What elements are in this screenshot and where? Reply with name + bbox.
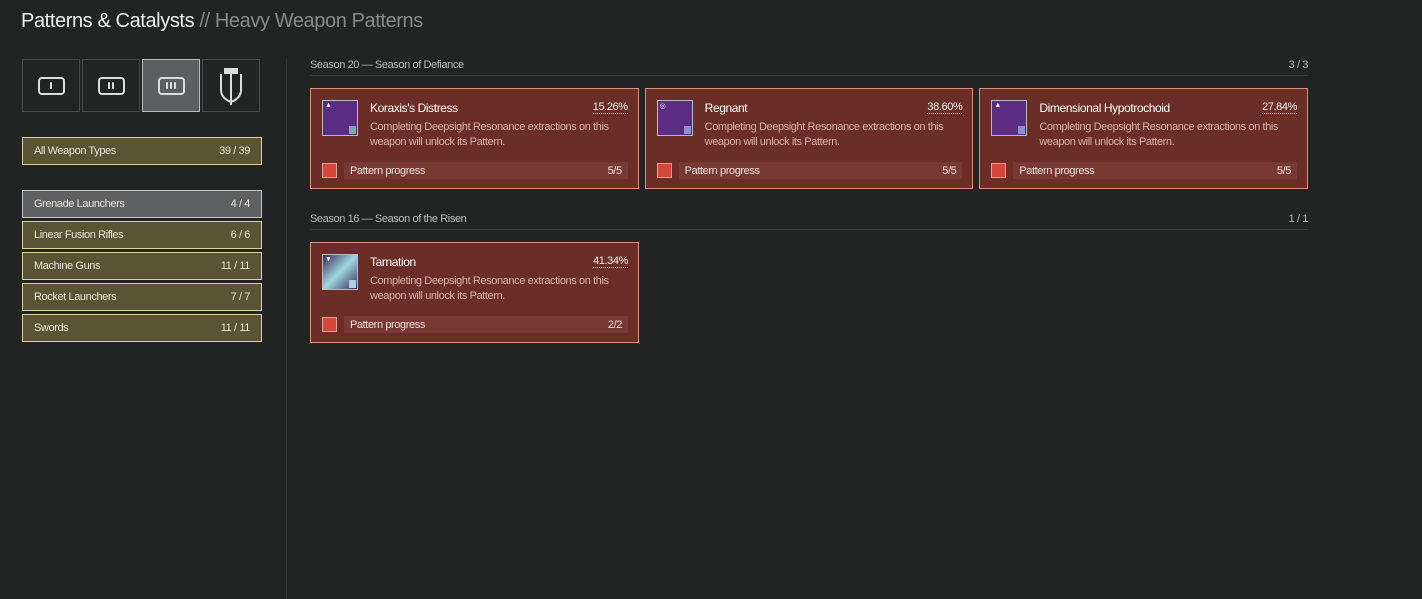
drop-percent: 41.34% (593, 255, 628, 268)
drop-percent: 27.84% (1262, 101, 1298, 114)
progress-checkbox (656, 163, 672, 178)
pattern-card[interactable]: ▼ Tarnation 41.34% Completing Deepsight … (310, 242, 639, 343)
tab-primary[interactable] (22, 59, 80, 112)
weapon-icon: ◎ (656, 100, 693, 136)
weapon-icon: ▼ (322, 254, 358, 290)
pattern-card[interactable]: ▲ Dimensional Hypotrochoid 27.84% Comple… (979, 88, 1309, 189)
sidebar-item-swords[interactable]: Swords 11 / 11 (22, 314, 262, 342)
progress-checkbox (991, 163, 1007, 178)
sidebar-item-machine-guns[interactable]: Machine Guns 11 / 11 (22, 252, 262, 280)
weapon-icon: ▲ (322, 100, 358, 136)
sidebar-item-rocket-launchers[interactable]: Rocket Launchers 7 / 7 (22, 283, 262, 311)
pattern-progress: Pattern progress 5/5 (678, 162, 963, 179)
primary-ammo-icon (37, 76, 65, 95)
sidebar-item-all-weapon-types[interactable]: All Weapon Types 39 / 39 (22, 137, 262, 165)
section-title: Season 16 — Season of the Risen (310, 213, 467, 225)
section-title: Season 20 — Season of Defiance (310, 59, 464, 71)
weapon-type-list: Grenade Launchers 4 / 4 Linear Fusion Rif… (22, 190, 262, 345)
pattern-progress: Pattern progress 5/5 (1013, 162, 1298, 179)
pattern-card[interactable]: ◎ Regnant 38.60% Completing Deepsight Re… (644, 88, 974, 189)
pattern-progress: Pattern progress 2/2 (344, 316, 628, 333)
page-subtitle: Heavy Weapon Patterns (214, 10, 423, 32)
pattern-card[interactable]: ▲ Koraxis's Distress 15.26% Completing D… (310, 88, 639, 189)
season-section: Season 20 — Season of Defiance 3 / 3 ▲ Ko… (310, 59, 1308, 189)
progress-checkbox (322, 317, 337, 332)
drop-percent: 38.60% (927, 101, 963, 114)
drop-percent: 15.26% (592, 101, 628, 114)
season-section: Season 16 — Season of the Risen 1 / 1 ▼ T… (310, 213, 1308, 343)
section-count: 3 / 3 (1288, 59, 1309, 71)
weapon-icon: ▲ (991, 100, 1028, 136)
heavy-ammo-icon (157, 76, 185, 95)
tab-special[interactable] (82, 59, 140, 112)
pattern-progress: Pattern progress 5/5 (344, 162, 628, 179)
special-ammo-icon (97, 76, 125, 95)
sidebar-item-grenade-launchers[interactable]: Grenade Launchers 4 / 4 (22, 190, 262, 218)
sidebar-item-linear-fusion-rifles[interactable]: Linear Fusion Rifles 6 / 6 (22, 221, 262, 249)
divider (286, 59, 287, 599)
ammo-type-tabs (22, 59, 260, 112)
section-count: 1 / 1 (1288, 213, 1309, 225)
progress-checkbox (322, 163, 337, 178)
page-title: Patterns & Catalysts // Heavy Weapon Pat… (21, 10, 423, 32)
tab-heavy[interactable] (142, 59, 200, 112)
shield-icon (220, 67, 242, 105)
tab-catalysts[interactable] (202, 59, 260, 112)
